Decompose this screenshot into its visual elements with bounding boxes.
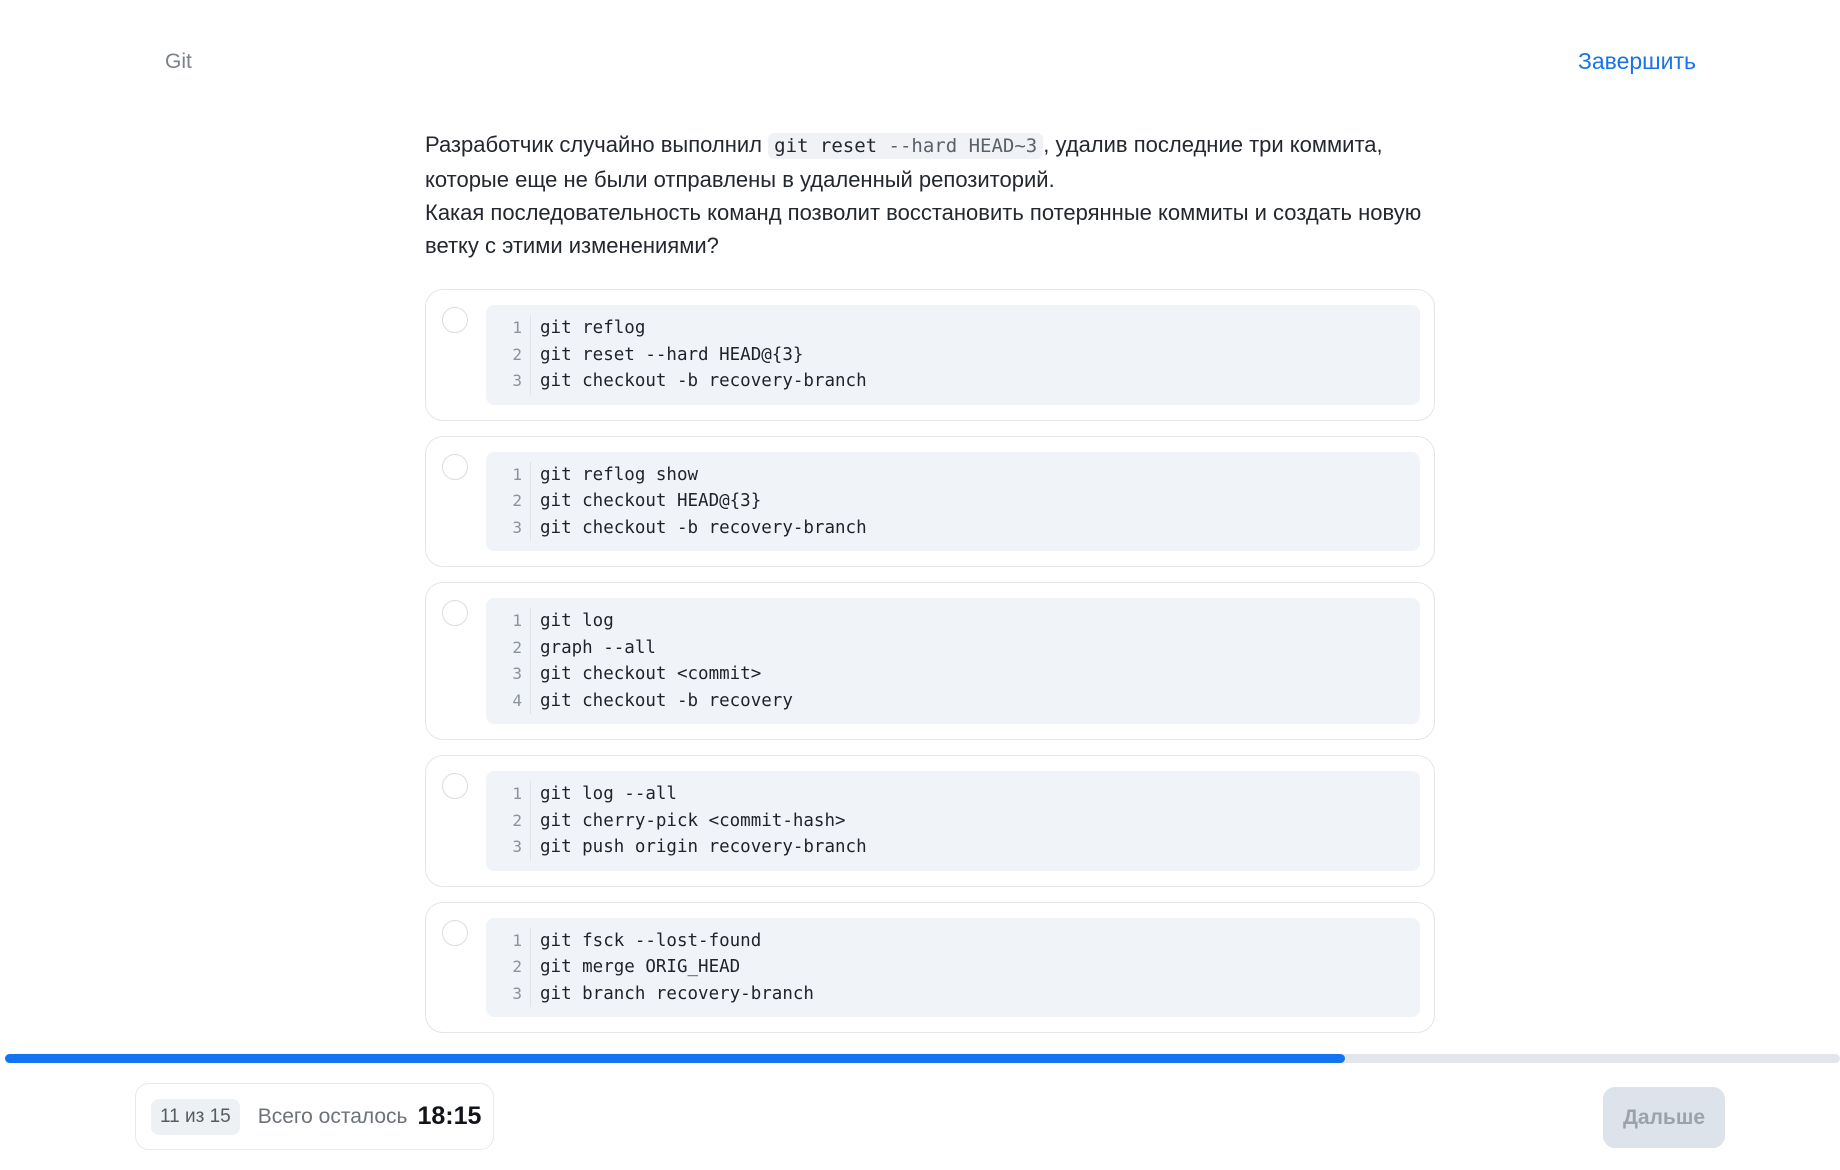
answer-options: 1 git reflog 2 git reset --hard HEAD@{3} 3 gi… (425, 289, 1435, 1048)
line-number: 4 (486, 687, 531, 714)
progress-bar-fill (5, 1054, 1345, 1063)
line-number: 2 (486, 488, 531, 515)
code-line: 3 git checkout -b recovery-branch (486, 368, 1420, 395)
next-button[interactable]: Дальше (1603, 1087, 1725, 1148)
radio-button[interactable] (442, 307, 468, 333)
finish-link[interactable]: Завершить (1578, 48, 1696, 75)
code-text: git checkout -b recovery (540, 690, 793, 711)
code-text: git reflog (540, 318, 646, 338)
question-counter-badge: 11 из 15 (151, 1098, 240, 1135)
code-line: 1 git reflog (486, 315, 1420, 342)
line-number: 3 (486, 834, 531, 861)
line-number: 1 (486, 461, 531, 488)
code-block: 1 git log --all 2 git cherry-pick <commit-h… (486, 771, 1420, 871)
status-panel: 11 из 15 Всего осталось 18:15 (135, 1083, 494, 1150)
code-text: git checkout -b recovery-branch (540, 371, 867, 391)
radio-button[interactable] (442, 919, 468, 946)
radio-button[interactable] (442, 453, 468, 480)
code-line: 1 git log (486, 608, 1420, 635)
line-number: 3 (486, 368, 531, 395)
code-block: 1 git log 2 graph --all 3 git checkout <commi… (486, 598, 1420, 724)
code-line: 2 git reset --hard HEAD@{3} (486, 341, 1420, 368)
code-text: git fsck --lost-found (540, 930, 762, 951)
line-number: 3 (486, 514, 531, 541)
radio-button[interactable] (442, 773, 468, 799)
line-number: 3 (486, 661, 531, 688)
line-number: 2 (486, 807, 531, 834)
answer-option[interactable]: 1 git log 2 graph --all 3 git checkout <commi… (425, 582, 1435, 740)
inline-code-command: git reset (774, 135, 878, 157)
code-text: git log (540, 611, 614, 631)
question-text-prompt: Какая последовательность команд позволит… (425, 200, 1422, 258)
line-number: 2 (486, 634, 531, 661)
inline-code: git reset --hard HEAD~3 (768, 133, 1044, 159)
code-text: git checkout -b recovery-branch (540, 517, 867, 538)
code-line: 3 git push origin recovery-branch (486, 834, 1420, 861)
code-block: 1 git reflog show 2 git checkout HEAD@{3} 3 g… (486, 451, 1420, 551)
code-line: 2 git checkout HEAD@{3} (486, 488, 1420, 515)
code-text: graph --all (540, 637, 656, 658)
line-number: 1 (486, 315, 531, 342)
quiz-page: Git Завершить Разработчик случайно выпол… (0, 0, 1840, 1170)
code-text: git checkout <commit> (540, 664, 762, 684)
line-number: 1 (486, 927, 531, 954)
code-block: 1 git reflog 2 git reset --hard HEAD@{3} 3 gi… (486, 305, 1420, 405)
code-line: 3 git checkout <commit> (486, 661, 1420, 688)
inline-code-args: --hard HEAD~3 (877, 135, 1038, 157)
radio-button[interactable] (442, 600, 468, 626)
answer-option[interactable]: 1 git fsck --lost-found 2 git merge ORIG_HE… (425, 901, 1435, 1033)
code-line: 1 git log --all (486, 781, 1420, 808)
code-text: git reflog show (540, 464, 699, 485)
answer-option[interactable]: 1 git reflog 2 git reset --hard HEAD@{3} 3 gi… (425, 289, 1435, 421)
code-text: git merge ORIG_HEAD (540, 957, 741, 977)
answer-option[interactable]: 1 git reflog show 2 git checkout HEAD@{3} 3 g… (425, 435, 1435, 567)
code-text: git branch recovery-branch (540, 983, 814, 1004)
time-remaining-label: Всего осталось (257, 1104, 408, 1128)
code-text: git checkout HEAD@{3} (540, 491, 762, 511)
question-text-before: Разработчик случайно выполнил (425, 132, 769, 157)
line-number: 2 (486, 341, 531, 368)
code-block: 1 git fsck --lost-found 2 git merge ORIG_HE… (486, 917, 1420, 1017)
code-line: 1 git fsck --lost-found (486, 927, 1420, 954)
code-line: 4 git checkout -b recovery (486, 687, 1420, 714)
line-number: 2 (486, 954, 531, 981)
code-line: 1 git reflog show (486, 461, 1420, 488)
topic-label: Git (165, 50, 192, 73)
progress-bar (5, 1054, 1840, 1063)
code-line: 3 git checkout -b recovery-branch (486, 514, 1420, 541)
question-text: Разработчик случайно выполнил git reset … (425, 128, 1445, 262)
code-text: git reset --hard HEAD@{3} (540, 344, 804, 365)
code-text: git log --all (540, 784, 677, 804)
code-line: 2 git cherry-pick <commit-hash> (486, 807, 1420, 834)
line-number: 1 (486, 608, 531, 635)
line-number: 1 (486, 781, 531, 808)
code-line: 2 graph --all (486, 634, 1420, 661)
code-text: git push origin recovery-branch (540, 837, 867, 857)
timer-value: 18:15 (417, 1102, 482, 1130)
code-line: 3 git branch recovery-branch (486, 980, 1420, 1007)
answer-option[interactable]: 1 git log --all 2 git cherry-pick <commit-h… (425, 755, 1435, 887)
code-text: git cherry-pick <commit-hash> (540, 810, 846, 831)
line-number: 3 (486, 980, 531, 1007)
code-line: 2 git merge ORIG_HEAD (486, 954, 1420, 981)
